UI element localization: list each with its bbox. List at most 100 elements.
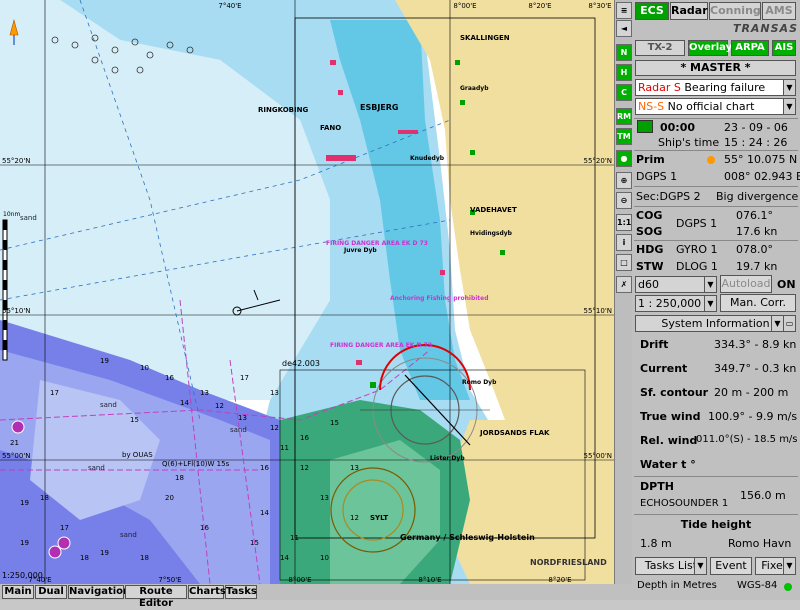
tab-dual[interactable]: Dual bbox=[35, 585, 67, 599]
current-value: 349.7° - 0.3 kn bbox=[714, 362, 797, 375]
secondary-sensor-status: Big divergence bbox=[716, 190, 799, 203]
chevron-down-icon[interactable]: ▼ bbox=[783, 80, 795, 95]
longitude-label: 8°30'E bbox=[588, 2, 611, 10]
tx-select[interactable]: TX-2 bbox=[635, 40, 685, 56]
time-hhmm: 00:00 bbox=[660, 121, 696, 134]
toolbar-button-9[interactable]: ⊖ bbox=[616, 192, 632, 209]
ams-mode-button[interactable]: AMS bbox=[762, 2, 796, 20]
toolbar-button-0[interactable]: ≡ bbox=[616, 2, 632, 19]
depth-sounding: 12 bbox=[270, 424, 279, 432]
sf-contour-label: Sf. contour bbox=[640, 386, 709, 399]
toolbar-button-3[interactable]: H UP bbox=[616, 64, 632, 81]
dgps1-label: DGPS 1 bbox=[636, 170, 678, 183]
true-wind-label: True wind bbox=[640, 410, 701, 423]
secondary-sensor-label: Sec:DGPS 2 bbox=[636, 190, 701, 203]
conning-mode-button[interactable]: Conning bbox=[709, 2, 761, 20]
tasks-list-button[interactable]: Tasks List ▼ bbox=[635, 557, 707, 575]
position-lon: 008° 02.943 E bbox=[724, 170, 800, 183]
depth-sounding: 19 bbox=[20, 499, 29, 507]
fixed-button[interactable]: Fixed ▼ bbox=[755, 557, 796, 575]
toolbar-button-13[interactable]: ✗ bbox=[616, 276, 632, 293]
tab-navigation[interactable]: Navigation bbox=[68, 585, 130, 599]
rel-wind-value: 011.0°(S) - 18.5 m/s bbox=[696, 434, 798, 445]
chevron-down-icon[interactable]: ▼ bbox=[783, 99, 795, 114]
scale-select[interactable]: 1 : 250,000 ▼ bbox=[635, 295, 717, 312]
place-name: ESBJERG bbox=[360, 103, 399, 112]
tab-charts[interactable]: Charts bbox=[188, 585, 226, 599]
tide-height-label: Tide height bbox=[680, 518, 752, 531]
radar-mode-button[interactable]: Radar bbox=[670, 2, 708, 20]
toolbar-button-4[interactable]: C UP bbox=[616, 84, 632, 101]
tab-main[interactable]: Main bbox=[2, 585, 34, 599]
ecs-mode-button[interactable]: ECS bbox=[635, 2, 669, 20]
toolbar-button-7[interactable]: ● bbox=[616, 150, 632, 167]
chevron-down-icon[interactable]: ▼ bbox=[704, 277, 716, 292]
window-icon[interactable]: ▭ bbox=[783, 316, 795, 331]
toolbar-button-6[interactable]: TM bbox=[616, 128, 632, 145]
system-information-select[interactable]: System Information ▼ ▭ bbox=[635, 315, 796, 332]
autoload-state: ON bbox=[777, 278, 796, 291]
gyro-label: GYRO 1 bbox=[676, 243, 718, 256]
place-name: RINGKOBING bbox=[258, 106, 308, 114]
depth-sounding: 17 bbox=[50, 389, 59, 397]
latitude-label: 55°10'N bbox=[2, 307, 30, 315]
chart-toolbar: ≡◄ N UP H UP C UP RM TM ● ⊕ ⊖ 1:1 i □ ✗ bbox=[614, 0, 633, 584]
depth-sounding: 15 bbox=[250, 539, 259, 547]
longitude-label: 8°20'E bbox=[528, 2, 551, 10]
tide-height-value: 1.8 m bbox=[640, 537, 672, 550]
arpa-button[interactable]: ARPA bbox=[731, 40, 769, 56]
autoload-button[interactable]: Autoload bbox=[720, 275, 772, 293]
alarm-source: Radar S bbox=[638, 81, 681, 94]
scale-bar-segment bbox=[3, 220, 7, 230]
toolbar-button-5[interactable]: RM bbox=[616, 108, 632, 125]
toolbar-button-10[interactable]: 1:1 bbox=[616, 214, 632, 231]
depth-sounding: 18 bbox=[40, 494, 49, 502]
tab-tasks[interactable]: Tasks bbox=[225, 585, 257, 599]
water-temp-label: Water t ° bbox=[640, 458, 696, 471]
sf-contour-value: 20 m - 200 m bbox=[714, 386, 789, 399]
overlay-button[interactable]: Overlay bbox=[688, 40, 732, 56]
toolbar-button-11[interactable]: i bbox=[616, 234, 632, 251]
chevron-down-icon[interactable]: ▼ bbox=[783, 558, 795, 574]
electronic-chart-view[interactable]: 55°20'N 55°10'N 55°00'N 55°20'N 55°10'N 55°00… bbox=[0, 0, 614, 584]
chart-select[interactable]: d60 ▼ bbox=[635, 276, 717, 293]
event-button[interactable]: Event bbox=[710, 557, 752, 575]
drift-value: 334.3° - 8.9 kn bbox=[714, 338, 797, 351]
depth-sounding: 14 bbox=[280, 554, 289, 562]
depth-sounding: 18 bbox=[175, 474, 184, 482]
seabed-label: sand bbox=[100, 401, 117, 409]
clock-icon[interactable] bbox=[637, 120, 653, 133]
toolbar-button-1[interactable]: ◄ bbox=[616, 20, 632, 37]
longitude-label: 8°00'E bbox=[453, 2, 476, 10]
depth-sounding: 17 bbox=[60, 524, 69, 532]
datum: WGS-84 bbox=[737, 580, 778, 591]
depth-sounding: 15 bbox=[130, 416, 139, 424]
toolbar-button-12[interactable]: □ bbox=[616, 254, 632, 271]
ais-button[interactable]: AIS bbox=[772, 40, 796, 56]
depth-sounding: 10 bbox=[140, 364, 149, 372]
depth-sounding: 20 bbox=[165, 494, 174, 502]
alarm-no-official-chart[interactable]: NS-S No official chart ▼ bbox=[635, 98, 796, 115]
tab-route-editor[interactable]: Route Editor bbox=[125, 585, 187, 609]
chart-canvas[interactable]: 55°20'N 55°10'N 55°00'N 55°20'N 55°10'N 55°00… bbox=[0, 0, 614, 584]
chevron-down-icon[interactable]: ▼ bbox=[694, 558, 706, 574]
toolbar-button-2[interactable]: N UP bbox=[616, 44, 632, 61]
chevron-down-icon[interactable]: ▼ bbox=[771, 316, 783, 331]
date-value: 23 - 09 - 06 bbox=[724, 121, 788, 134]
scale-bar-segment bbox=[3, 240, 7, 250]
current-label: Current bbox=[640, 362, 688, 375]
drift-label: Drift bbox=[640, 338, 669, 351]
alarm-radar-bearing[interactable]: Radar S Bearing failure ▼ bbox=[635, 79, 796, 96]
position-lat: 55° 10.075 N bbox=[724, 153, 798, 166]
danger-area-label: FIRING DANGER AREA EK D 73 bbox=[326, 240, 428, 247]
sog-label: SOG bbox=[636, 225, 663, 238]
place-name: NORDFRIESLAND bbox=[530, 558, 607, 567]
depth-sounding: 13 bbox=[238, 414, 247, 422]
control-panel: ECS Radar Conning AMS TRANSAS TX-2 Overl… bbox=[632, 0, 800, 600]
manual-correction-button[interactable]: Man. Corr. bbox=[720, 294, 796, 312]
depth-sounding: 12 bbox=[215, 402, 224, 410]
chevron-down-icon[interactable]: ▼ bbox=[704, 296, 716, 311]
cog-label: COG bbox=[636, 209, 663, 222]
toolbar-button-8[interactable]: ⊕ bbox=[616, 172, 632, 189]
echosounder-label: ECHOSOUNDER 1 bbox=[640, 498, 729, 509]
